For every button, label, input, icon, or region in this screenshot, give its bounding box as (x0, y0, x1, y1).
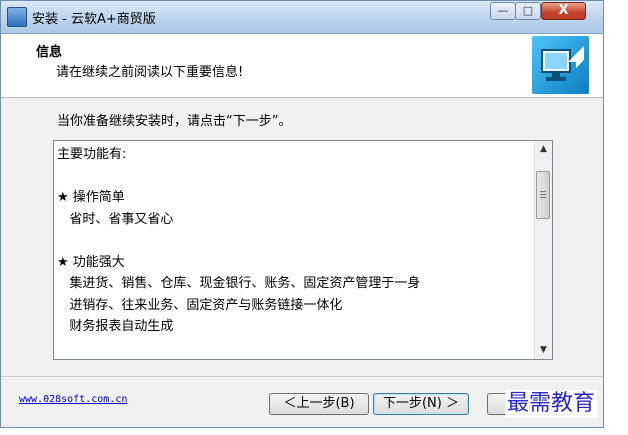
page-subtitle: 请在继续之前阅读以下重要信息! (56, 65, 244, 80)
close-button[interactable]: X (541, 2, 586, 20)
memo-line: 省时、省事又省心 (57, 211, 174, 227)
app-icon (7, 7, 27, 27)
intro-text: 当你准备继续安装时，请点击“下一步”。 (57, 114, 292, 129)
computer-icon (532, 36, 589, 94)
memo-line: ★ 功能强大 (57, 254, 125, 270)
scroll-down-icon[interactable]: ▼ (535, 342, 552, 359)
next-button[interactable]: 下一步(N) ＞ (373, 393, 469, 415)
memo-line (57, 338, 527, 360)
title-bar[interactable]: 安装 - 云软A+商贸版 — □ X (1, 1, 603, 34)
page-title: 信息 (36, 45, 63, 60)
scroll-up-icon[interactable]: ▲ (535, 141, 552, 158)
info-memo-text: 主要功能有: ★ 操作简单 省时、省事又省心 ★ 功能强大 集进货、销售、仓库、… (57, 144, 527, 360)
info-memo[interactable]: 主要功能有: ★ 操作简单 省时、省事又省心 ★ 功能强大 集进货、销售、仓库、… (53, 140, 553, 360)
memo-line: 财务报表自动生成 (57, 319, 174, 334)
wizard-header: 信息 请在继续之前阅读以下重要信息! (1, 34, 603, 98)
memo-line: 进销存、往来业务、固定资产与账务链接一体化 (57, 297, 343, 313)
back-button[interactable]: ＜上一步(B) (269, 393, 369, 415)
memo-line (57, 166, 527, 188)
memo-line: ★ 操作简单 (57, 190, 125, 205)
memo-line: 集进货、销售、仓库、现金银行、账务、固定资产管理于一身 (57, 276, 421, 291)
window-title: 安装 - 云软A+商贸版 (32, 12, 156, 27)
wizard-content: 当你准备继续安装时，请点击“下一步”。 主要功能有: ★ 操作简单 省时、省事又… (1, 98, 603, 372)
website-link[interactable]: www.028soft.com.cn (19, 394, 127, 405)
scroll-thumb[interactable] (536, 171, 550, 219)
watermark-text: 最需教育 (505, 390, 598, 418)
minimize-button[interactable]: — (490, 2, 516, 20)
memo-line: 主要功能有: (57, 147, 127, 162)
maximize-button[interactable]: □ (515, 2, 541, 20)
installer-window: 安装 - 云软A+商贸版 — □ X 信息 请在继续之前阅读以下重要信息! 当你… (0, 0, 604, 428)
memo-line (57, 230, 527, 252)
memo-line: ★ 安全性高、速度快的大容量数据库 (57, 359, 527, 360)
footer-divider (1, 376, 603, 377)
vertical-scrollbar[interactable]: ▲ ▼ (534, 141, 552, 359)
